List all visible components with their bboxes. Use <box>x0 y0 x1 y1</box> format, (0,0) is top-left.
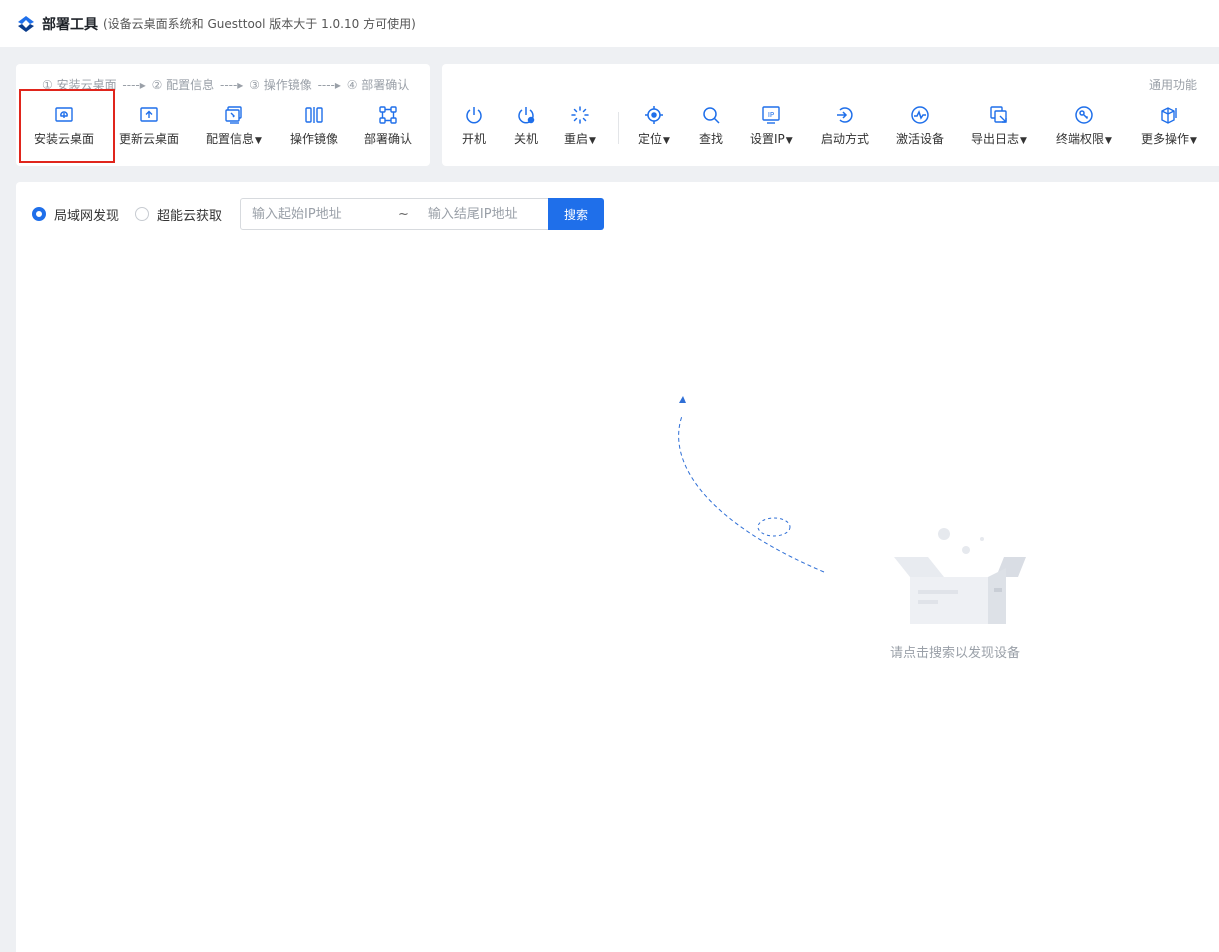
operate-image-icon <box>305 107 323 123</box>
radio-selected-icon <box>32 207 46 221</box>
main-content: 局域网发现 超能云获取 ~ 搜索 请点击搜索以发现设备 <box>16 182 1219 952</box>
tool-label: 导出日志 <box>971 132 1020 146</box>
update-cloud-desktop-button[interactable]: 更新云桌面 <box>119 100 179 152</box>
radio-unselected-icon <box>135 207 150 221</box>
install-cloud-desktop-icon <box>55 107 73 122</box>
chevron-down-icon: ▼ <box>1020 136 1027 146</box>
boot-mode-icon <box>837 107 853 123</box>
deploy-confirm-button[interactable]: 部署确认 <box>364 100 412 152</box>
tool-label: 重启 <box>564 132 589 146</box>
power-on-button[interactable]: 开机 <box>462 100 486 152</box>
tool-label: 激活设备 <box>896 132 945 146</box>
deploy-confirm-icon <box>379 106 397 124</box>
lan-discovery-radio[interactable]: 局域网发现 <box>32 205 119 224</box>
tool-label: 配置信息 <box>206 132 255 146</box>
set-ip-dropdown[interactable]: IP 设置IP▼ <box>750 100 793 152</box>
discovery-mode-group: 局域网发现 超能云获取 <box>32 198 238 230</box>
empty-box-illustration <box>678 396 1026 624</box>
locate-dropdown[interactable]: 定位▼ <box>638 100 670 152</box>
install-cloud-desktop-button[interactable]: 安装云桌面 <box>34 100 94 152</box>
restart-dropdown[interactable]: 重启▼ <box>564 100 596 152</box>
power-off-button[interactable]: 关机 <box>514 100 538 152</box>
config-info-icon <box>225 106 242 124</box>
chevron-down-icon: ▼ <box>1105 136 1112 146</box>
tool-label: 操作镜像 <box>290 132 339 146</box>
tool-label: 定位 <box>638 132 663 146</box>
restart-icon <box>571 106 589 124</box>
chevron-down-icon: ▼ <box>1190 136 1197 146</box>
chevron-down-icon: ▼ <box>255 136 262 146</box>
search-button[interactable]: 搜索 <box>548 198 604 230</box>
chevron-down-icon: ▼ <box>663 136 670 146</box>
tool-label: 更多操作 <box>1141 132 1190 146</box>
step-3: ③ 操作镜像 <box>249 78 312 92</box>
tool-label: 关机 <box>514 132 539 146</box>
ip-range-separator: ~ <box>398 206 409 222</box>
app-title: 部署工具 <box>42 16 98 33</box>
export-log-icon <box>990 106 1007 123</box>
chevron-down-icon: ▼ <box>785 136 793 146</box>
locate-icon <box>644 106 663 124</box>
tool-label: 更新云桌面 <box>119 132 180 146</box>
tool-label: 安装云桌面 <box>34 132 95 146</box>
config-info-dropdown[interactable]: 配置信息▼ <box>206 100 262 152</box>
tool-label: 开机 <box>462 132 487 146</box>
power-on-icon <box>466 107 482 124</box>
app-version-note: (设备云桌面系统和 Guesttool 版本大于 1.0.10 方可使用) <box>103 17 416 31</box>
set-ip-icon: IP <box>762 106 781 124</box>
cloud-fetch-radio[interactable]: 超能云获取 <box>135 205 222 224</box>
empty-state-text: 请点击搜索以发现设备 <box>890 646 1021 661</box>
operate-image-button[interactable]: 操作镜像 <box>290 100 338 152</box>
more-actions-icon <box>1161 107 1177 124</box>
tool-label: 查找 <box>699 132 724 146</box>
tool-label: 部署确认 <box>364 132 413 146</box>
export-log-dropdown[interactable]: 导出日志▼ <box>971 100 1027 152</box>
toolbar-divider <box>618 112 619 144</box>
title-bar: 部署工具 (设备云桌面系统和 Guesttool 版本大于 1.0.10 方可使… <box>0 0 1219 47</box>
tool-label: 启动方式 <box>821 132 870 146</box>
activate-device-button[interactable]: 激活设备 <box>896 100 944 152</box>
more-actions-dropdown[interactable]: 更多操作▼ <box>1141 100 1197 152</box>
tool-label: 设置IP <box>750 132 785 146</box>
find-button[interactable]: 查找 <box>699 100 723 152</box>
radio-label: 超能云获取 <box>157 208 223 224</box>
start-ip-input[interactable] <box>241 205 384 223</box>
deploy-toolbar-panel: ① 安装云桌面 ----▸ ② 配置信息 ----▸ ③ 操作镜像 ----▸ … <box>16 64 430 166</box>
app-logo-icon <box>18 15 34 32</box>
boot-mode-button[interactable]: 启动方式 <box>821 100 869 152</box>
update-cloud-desktop-icon <box>140 107 158 122</box>
step-2: ② 配置信息 <box>151 78 215 92</box>
common-functions-label: 通用功能 <box>1148 78 1197 92</box>
svg-text:IP: IP <box>768 111 774 119</box>
chevron-down-icon: ▼ <box>589 136 596 146</box>
activate-device-icon <box>911 106 929 124</box>
end-ip-input[interactable] <box>416 205 560 223</box>
step-arrow: ----▸ <box>317 78 341 92</box>
common-toolbar-panel: 通用功能 开机 关机 重启▼ 定位▼ 查找 IP 设置IP▼ 启动方式 激活设备… <box>442 64 1219 166</box>
terminal-permission-icon <box>1075 106 1093 124</box>
radio-label: 局域网发现 <box>54 208 120 224</box>
tool-label: 终端权限 <box>1056 132 1105 146</box>
terminal-permission-dropdown[interactable]: 终端权限▼ <box>1056 100 1112 152</box>
search-icon <box>703 107 720 124</box>
power-off-icon <box>518 107 535 124</box>
step-4: ④ 部署确认 <box>346 78 410 92</box>
ip-range-input-group: ~ <box>240 198 560 230</box>
step-arrow: ----▸ <box>219 78 244 92</box>
step-arrow: ----▸ <box>122 78 146 92</box>
